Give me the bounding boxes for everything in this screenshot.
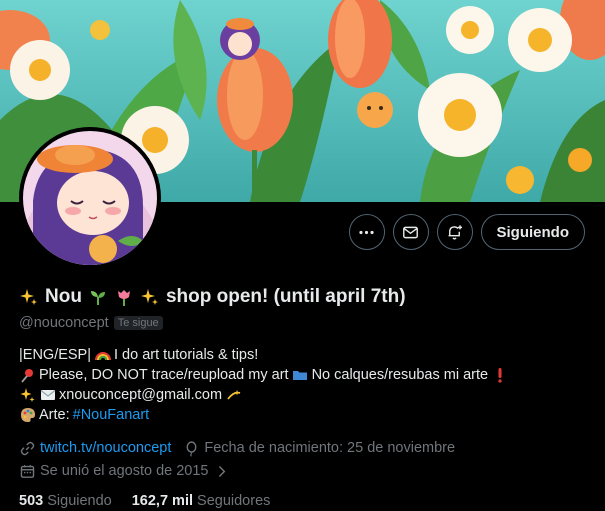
- bio-no-trace: Please, DO NOT trace/reupload my art: [39, 367, 289, 383]
- website-link[interactable]: twitch.tv/nouconcept: [40, 440, 171, 456]
- following-label: Siguiendo: [47, 493, 112, 509]
- birthday-text: Fecha de nacimiento: 25 de noviembre: [204, 440, 456, 456]
- joined-text: Se unió el agosto de 2015: [40, 463, 209, 479]
- link-icon: [19, 440, 36, 457]
- dizzy-icon: [225, 387, 242, 404]
- folder-icon: [292, 367, 309, 384]
- rainbow-icon: [94, 347, 111, 364]
- bio-no-calques: No calques/resubas mi arte: [311, 367, 489, 383]
- follow-stats: 503 Siguiendo 162,7 mil Seguidores: [19, 493, 270, 509]
- tulip-icon: [114, 287, 134, 307]
- profile-actions: Siguiendo: [348, 214, 585, 250]
- sparkles-icon: [19, 387, 36, 404]
- website-item: twitch.tv/nouconcept: [19, 440, 171, 457]
- followers-label: Seguidores: [197, 493, 271, 509]
- followers-count: 162,7 mil: [131, 493, 193, 509]
- bell-plus-icon: [445, 223, 464, 242]
- handle-row: @nouconcept Te sigue: [19, 315, 163, 331]
- balloon-icon: [183, 440, 200, 457]
- notifications-button[interactable]: [436, 214, 473, 250]
- calendar-icon: [19, 463, 36, 480]
- bio-lang: |ENG/ESP|: [19, 347, 91, 363]
- bio-art-label: Arte:: [39, 407, 70, 423]
- exclamation-icon: [491, 367, 508, 384]
- profile-bio: |ENG/ESP| I do art tutorials & tips! Ple…: [19, 345, 508, 425]
- chevron-right-icon: [213, 463, 230, 480]
- sparkles-icon: [140, 287, 160, 307]
- mail-icon: [401, 223, 420, 242]
- display-name: Nou shop open! (until april 7th): [19, 286, 406, 308]
- following-stat[interactable]: 503 Siguiendo: [19, 493, 112, 509]
- profile-avatar[interactable]: [19, 127, 161, 269]
- following-count: 503: [19, 493, 44, 509]
- username: @nouconcept: [19, 315, 109, 331]
- joined-item[interactable]: Se unió el agosto de 2015: [19, 463, 230, 480]
- sparkles-icon: [19, 287, 39, 307]
- following-button[interactable]: Siguiendo: [480, 214, 585, 250]
- seedling-icon: [88, 287, 108, 307]
- hashtag-link[interactable]: #NouFanart: [73, 405, 150, 425]
- palette-icon: [19, 407, 36, 424]
- more-button[interactable]: [348, 214, 385, 250]
- display-name-text: Nou: [45, 286, 82, 307]
- followers-stat[interactable]: 162,7 mil Seguidores: [132, 493, 271, 509]
- profile-meta: twitch.tv/nouconcept Fecha de nacimiento…: [19, 437, 455, 483]
- envelope-icon: [39, 387, 56, 404]
- message-button[interactable]: [392, 214, 429, 250]
- follows-you-badge: Te sigue: [113, 316, 163, 330]
- display-name-suffix: shop open! (until april 7th): [165, 286, 406, 307]
- bio-tutorials: I do art tutorials & tips!: [114, 347, 259, 363]
- more-icon: [357, 223, 376, 242]
- bio-email: xnouconcept@gmail.com: [59, 387, 223, 403]
- pushpin-icon: [19, 367, 36, 384]
- birthday-item: Fecha de nacimiento: 25 de noviembre: [183, 440, 455, 457]
